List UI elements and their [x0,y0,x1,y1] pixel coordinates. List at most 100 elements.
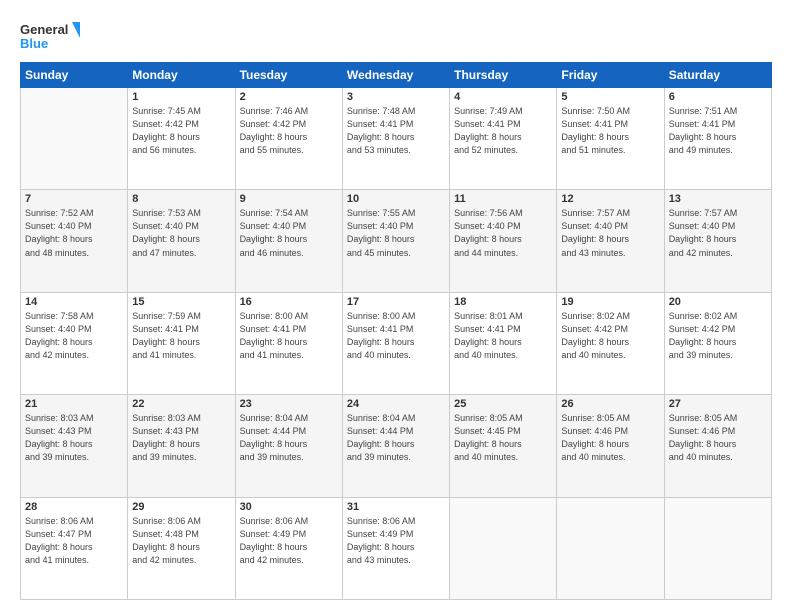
calendar-day-header: Friday [557,63,664,88]
calendar-cell: 6Sunrise: 7:51 AM Sunset: 4:41 PM Daylig… [664,88,771,190]
day-info: Sunrise: 7:57 AM Sunset: 4:40 PM Dayligh… [561,207,659,259]
day-info: Sunrise: 8:03 AM Sunset: 4:43 PM Dayligh… [25,412,123,464]
day-info: Sunrise: 7:49 AM Sunset: 4:41 PM Dayligh… [454,105,552,157]
day-info: Sunrise: 8:05 AM Sunset: 4:46 PM Dayligh… [561,412,659,464]
day-info: Sunrise: 7:53 AM Sunset: 4:40 PM Dayligh… [132,207,230,259]
calendar-week-row: 14 Sunrise: 7:58 AM Sunset: 4:40 PM Dayli… [21,292,772,394]
day-info: Sunrise: 7:59 AM Sunset: 4:41 PM Dayligh… [132,310,230,362]
day-number: 25 [454,398,552,410]
day-info: Sunrise: 8:02 AM Sunset: 4:42 PM Dayligh… [669,310,767,362]
calendar-cell: 8 Sunrise: 7:53 AM Sunset: 4:40 PM Daylig… [128,190,235,292]
day-number: 24 [347,398,445,410]
day-number: 18 [454,296,552,308]
day-number: 26 [561,398,659,410]
day-info: Sunrise: 7:46 AM Sunset: 4:42 PM Dayligh… [240,105,338,157]
day-info: Sunrise: 8:00 AM Sunset: 4:41 PM Dayligh… [347,310,445,362]
day-info: Sunrise: 8:04 AM Sunset: 4:44 PM Dayligh… [240,412,338,464]
calendar-cell: 14 Sunrise: 7:58 AM Sunset: 4:40 PM Dayli… [21,292,128,394]
calendar-cell: 2Sunrise: 7:46 AM Sunset: 4:42 PM Daylig… [235,88,342,190]
day-number: 14 [25,296,123,308]
day-info: Sunrise: 8:04 AM Sunset: 4:44 PM Dayligh… [347,412,445,464]
calendar-cell: 1 Sunrise: 7:45 AM Sunset: 4:42 PM Daylig… [128,88,235,190]
day-number: 4 [454,91,552,103]
day-info: Sunrise: 7:56 AM Sunset: 4:40 PM Dayligh… [454,207,552,259]
calendar-day-header: Monday [128,63,235,88]
day-info: Sunrise: 8:06 AM Sunset: 4:49 PM Dayligh… [240,515,338,567]
calendar-day-header: Saturday [664,63,771,88]
calendar-cell: 19 Sunrise: 8:02 AM Sunset: 4:42 PM Dayli… [557,292,664,394]
calendar-cell: 31 Sunrise: 8:06 AM Sunset: 4:49 PM Dayli… [342,497,449,599]
day-info: Sunrise: 8:03 AM Sunset: 4:43 PM Dayligh… [132,412,230,464]
calendar-cell: 26 Sunrise: 8:05 AM Sunset: 4:46 PM Dayli… [557,395,664,497]
day-number: 20 [669,296,767,308]
day-info: Sunrise: 8:06 AM Sunset: 4:48 PM Dayligh… [132,515,230,567]
calendar-cell: 4 Sunrise: 7:49 AM Sunset: 4:41 PM Daylig… [450,88,557,190]
day-info: Sunrise: 7:54 AM Sunset: 4:40 PM Dayligh… [240,207,338,259]
day-info: Sunrise: 7:55 AM Sunset: 4:40 PM Dayligh… [347,207,445,259]
day-info: Sunrise: 8:01 AM Sunset: 4:41 PM Dayligh… [454,310,552,362]
day-number: 29 [132,501,230,513]
calendar-cell [557,497,664,599]
svg-text:Blue: Blue [20,36,48,51]
day-number: 28 [25,501,123,513]
day-info: Sunrise: 7:58 AM Sunset: 4:40 PM Dayligh… [25,310,123,362]
day-info: Sunrise: 8:05 AM Sunset: 4:46 PM Dayligh… [669,412,767,464]
day-number: 10 [347,193,445,205]
day-number: 9 [240,193,338,205]
page: General Blue SundayMondayTuesdayWednesda… [0,0,792,612]
calendar-week-row: 7 Sunrise: 7:52 AM Sunset: 4:40 PM Daylig… [21,190,772,292]
calendar-cell: 17 Sunrise: 8:00 AM Sunset: 4:41 PM Dayli… [342,292,449,394]
svg-text:General: General [20,22,68,37]
calendar-cell: 25 Sunrise: 8:05 AM Sunset: 4:45 PM Dayli… [450,395,557,497]
calendar-cell: 27 Sunrise: 8:05 AM Sunset: 4:46 PM Dayli… [664,395,771,497]
day-info: Sunrise: 8:05 AM Sunset: 4:45 PM Dayligh… [454,412,552,464]
day-info: Sunrise: 8:02 AM Sunset: 4:42 PM Dayligh… [561,310,659,362]
calendar-day-header: Sunday [21,63,128,88]
day-info: Sunrise: 8:06 AM Sunset: 4:47 PM Dayligh… [25,515,123,567]
day-number: 23 [240,398,338,410]
day-number: 27 [669,398,767,410]
day-number: 21 [25,398,123,410]
calendar-week-row: 21 Sunrise: 8:03 AM Sunset: 4:43 PM Dayli… [21,395,772,497]
calendar-cell [664,497,771,599]
calendar-cell: 23 Sunrise: 8:04 AM Sunset: 4:44 PM Dayli… [235,395,342,497]
logo-svg: General Blue [20,18,80,54]
calendar-header-row: SundayMondayTuesdayWednesdayThursdayFrid… [21,63,772,88]
day-info: Sunrise: 7:48 AM Sunset: 4:41 PM Dayligh… [347,105,445,157]
day-info: Sunrise: 8:00 AM Sunset: 4:41 PM Dayligh… [240,310,338,362]
calendar-day-header: Tuesday [235,63,342,88]
day-number: 12 [561,193,659,205]
calendar-cell: 30 Sunrise: 8:06 AM Sunset: 4:49 PM Dayli… [235,497,342,599]
day-number: 1 [132,91,230,103]
day-number: 31 [347,501,445,513]
day-info: Sunrise: 7:52 AM Sunset: 4:40 PM Dayligh… [25,207,123,259]
calendar-day-header: Wednesday [342,63,449,88]
day-info: Sunrise: 7:57 AM Sunset: 4:40 PM Dayligh… [669,207,767,259]
day-number: 13 [669,193,767,205]
day-number: 30 [240,501,338,513]
calendar-cell: 9 Sunrise: 7:54 AM Sunset: 4:40 PM Daylig… [235,190,342,292]
day-info: Sunrise: 7:45 AM Sunset: 4:42 PM Dayligh… [132,105,230,157]
logo: General Blue [20,18,80,54]
day-info: Sunrise: 8:06 AM Sunset: 4:49 PM Dayligh… [347,515,445,567]
calendar-cell: 16 Sunrise: 8:00 AM Sunset: 4:41 PM Dayli… [235,292,342,394]
calendar-cell: 15Sunrise: 7:59 AM Sunset: 4:41 PM Dayli… [128,292,235,394]
calendar-cell: 21 Sunrise: 8:03 AM Sunset: 4:43 PM Dayli… [21,395,128,497]
calendar-cell: 29 Sunrise: 8:06 AM Sunset: 4:48 PM Dayli… [128,497,235,599]
header: General Blue [20,18,772,54]
day-number: 22 [132,398,230,410]
day-number: 6 [669,91,767,103]
calendar-week-row: 1 Sunrise: 7:45 AM Sunset: 4:42 PM Daylig… [21,88,772,190]
calendar-cell [21,88,128,190]
calendar-cell: 24 Sunrise: 8:04 AM Sunset: 4:44 PM Dayli… [342,395,449,497]
day-number: 16 [240,296,338,308]
day-number: 5 [561,91,659,103]
day-number: 19 [561,296,659,308]
day-number: 17 [347,296,445,308]
calendar-cell: 12 Sunrise: 7:57 AM Sunset: 4:40 PM Dayli… [557,190,664,292]
calendar-cell: 13 Sunrise: 7:57 AM Sunset: 4:40 PM Dayli… [664,190,771,292]
day-number: 11 [454,193,552,205]
day-number: 7 [25,193,123,205]
calendar-table: SundayMondayTuesdayWednesdayThursdayFrid… [20,62,772,600]
day-number: 8 [132,193,230,205]
